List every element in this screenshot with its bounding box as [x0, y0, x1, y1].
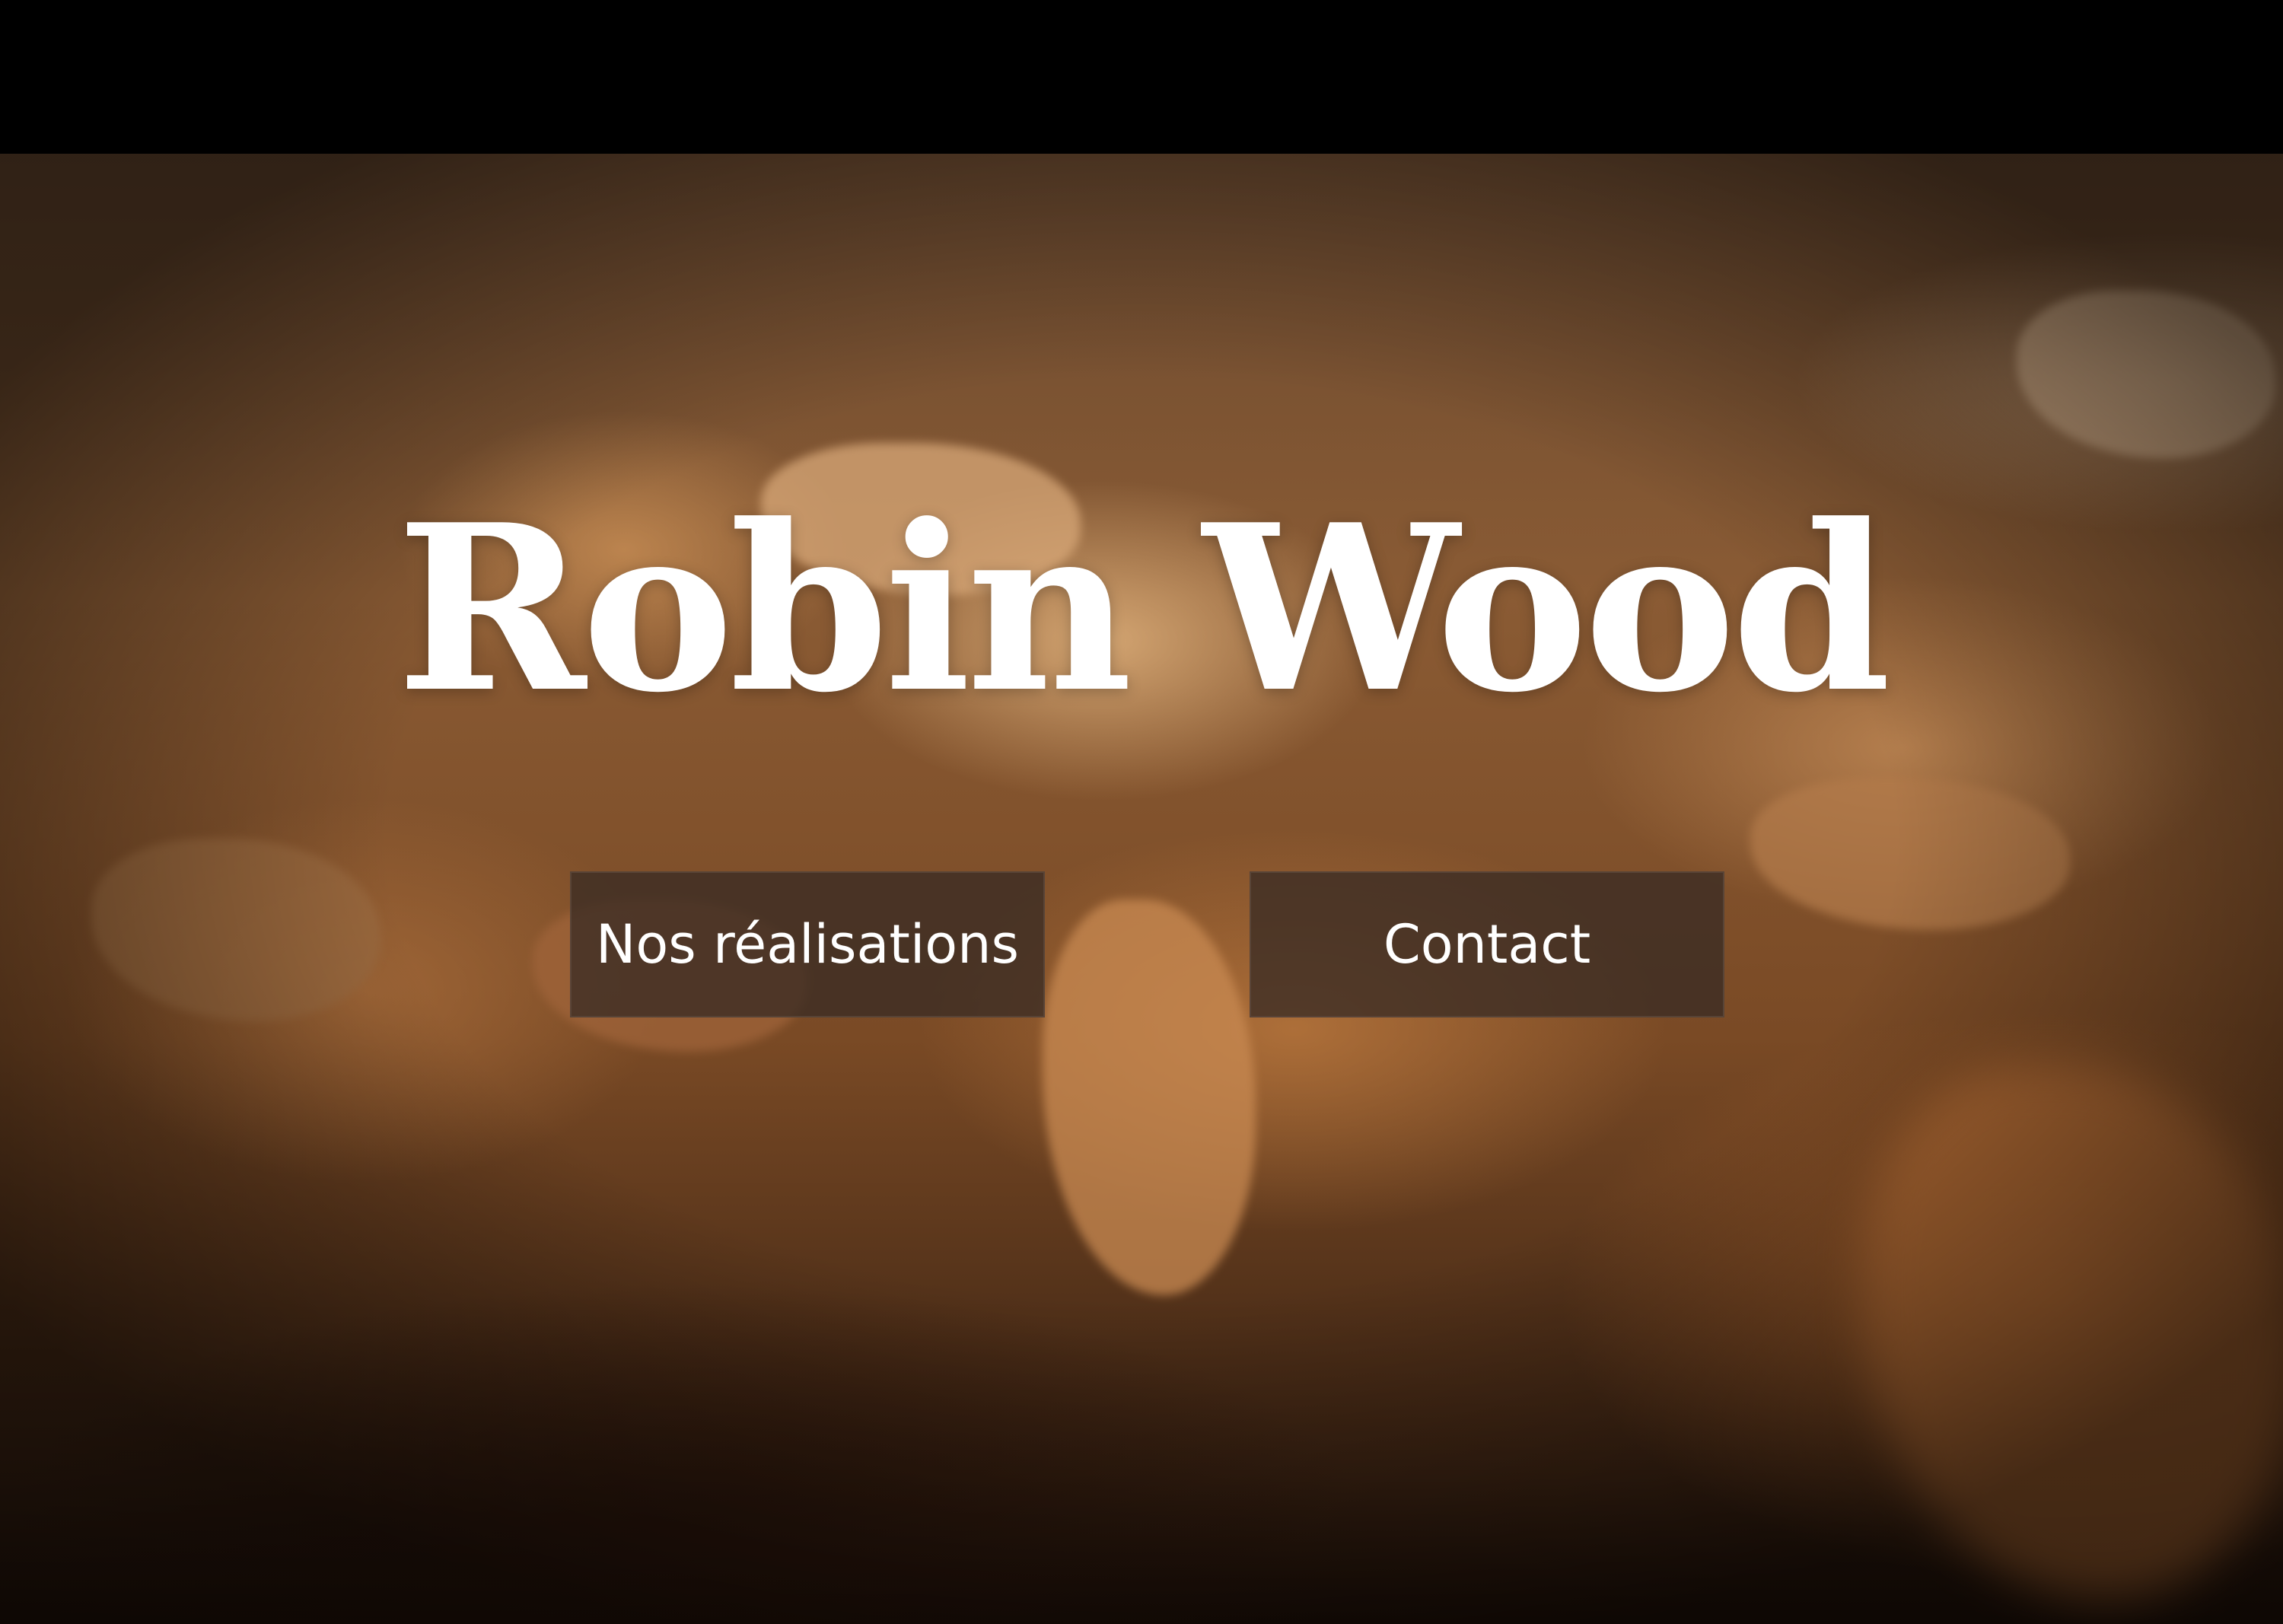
- realisations-button[interactable]: Nos réalisations: [570, 871, 1045, 1017]
- page: Robin Wood Nos réalisations Contact: [0, 0, 2283, 1624]
- contact-button[interactable]: Contact: [1250, 871, 1724, 1017]
- site-title: Robin Wood: [396, 474, 1891, 743]
- top-bar: [0, 0, 2283, 154]
- hero-background-image: [0, 154, 2283, 1624]
- vignette-overlay: [0, 154, 2283, 1624]
